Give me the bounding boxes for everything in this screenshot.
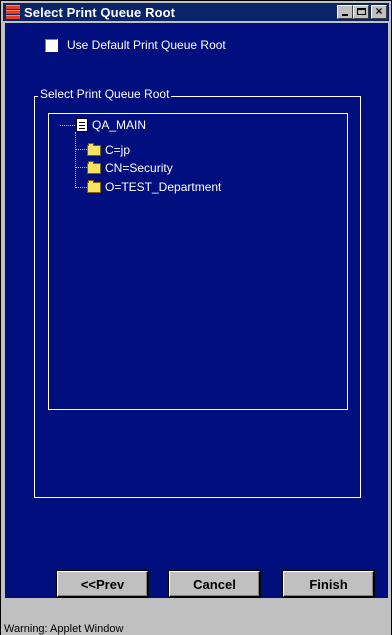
- tree-root-icon: [76, 118, 88, 132]
- folder-icon: [87, 179, 101, 193]
- tree-connector: [75, 167, 87, 168]
- folder-icon: [87, 142, 101, 156]
- maximize-icon: [357, 8, 366, 15]
- use-default-label[interactable]: Use Default Print Queue Root: [67, 38, 226, 52]
- use-default-option[interactable]: Use Default Print Queue Root: [45, 38, 226, 52]
- status-bar: Warning: Applet Window: [1, 599, 391, 635]
- tree-node-root[interactable]: QA_MAIN: [76, 118, 146, 132]
- title-bar[interactable]: Select Print Queue Root ×: [3, 3, 389, 21]
- close-button[interactable]: ×: [371, 4, 387, 19]
- minimize-button[interactable]: [337, 5, 353, 19]
- applet-warning: Warning: Applet Window: [4, 623, 124, 635]
- window-controls: ×: [337, 4, 387, 19]
- close-icon: ×: [375, 4, 383, 18]
- tree-node-label[interactable]: O=TEST_Department: [105, 180, 221, 194]
- tree-node-child[interactable]: C=jp: [87, 142, 130, 157]
- groupbox-title: Select Print Queue Root: [38, 87, 172, 101]
- tree-node-child[interactable]: CN=Security: [87, 160, 173, 175]
- tree-node-child[interactable]: O=TEST_Department: [87, 179, 221, 194]
- tree-node-label[interactable]: C=jp: [105, 143, 130, 157]
- tree-connector: [75, 132, 76, 188]
- tree-node-label[interactable]: CN=Security: [105, 161, 173, 175]
- cancel-button[interactable]: Cancel: [169, 571, 260, 597]
- minimize-icon: [342, 14, 348, 16]
- tree-connector: [75, 149, 87, 150]
- use-default-checkbox[interactable]: [45, 38, 58, 52]
- print-queue-tree[interactable]: QA_MAIN C=jp CN=Security O=TEST_Departme…: [48, 113, 348, 410]
- prev-button[interactable]: <<Prev: [57, 571, 148, 597]
- window-title: Select Print Queue Root: [24, 4, 176, 20]
- maximize-button[interactable]: [353, 5, 369, 19]
- tree-node-label[interactable]: QA_MAIN: [92, 118, 146, 132]
- folder-icon: [87, 160, 101, 174]
- tree-connector: [60, 125, 77, 126]
- finish-button[interactable]: Finish: [283, 571, 374, 597]
- applet-window: Select Print Queue Root × Use Default Pr…: [0, 0, 392, 635]
- tree-connector: [75, 187, 87, 188]
- app-icon: [6, 5, 20, 19]
